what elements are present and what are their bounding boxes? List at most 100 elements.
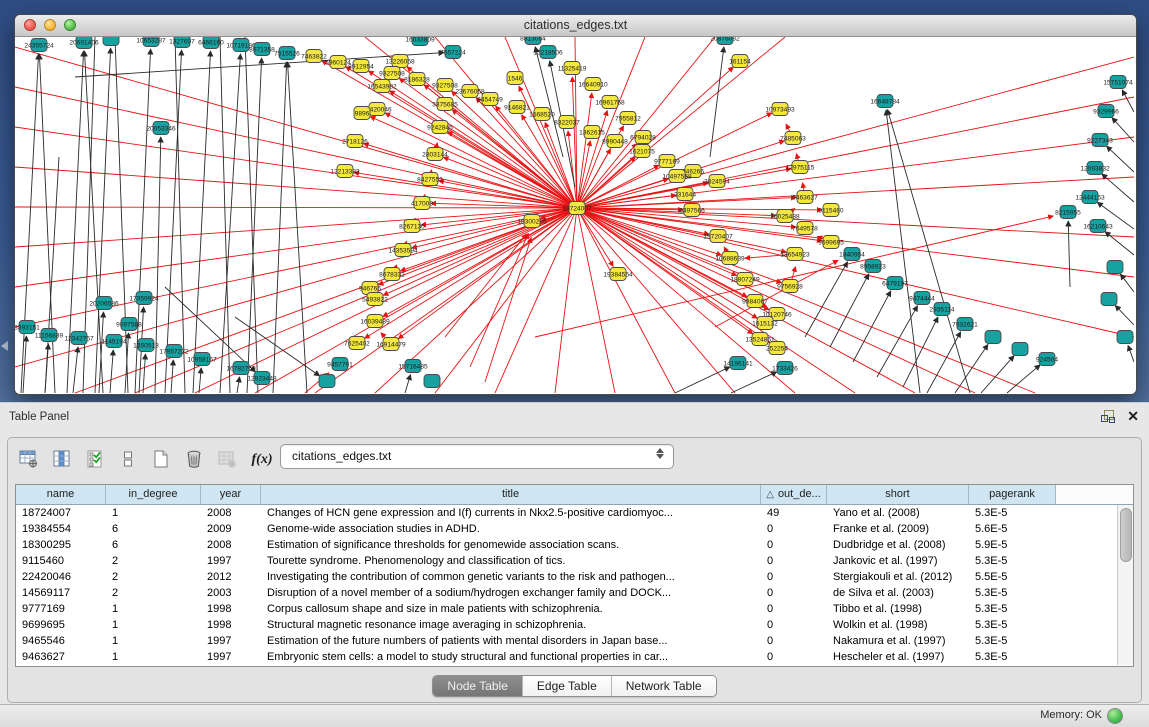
network-node[interactable]: 16210643 [1083,220,1113,233]
network-node[interactable]: 16648784 [870,95,900,108]
network-node[interactable] [424,375,440,388]
network-node[interactable]: 3824594 [704,175,730,188]
select-columns-button[interactable] [82,447,108,473]
network-node[interactable] [985,331,1001,344]
network-node[interactable]: 12342757 [64,332,94,345]
vertical-scrollbar[interactable] [1117,505,1133,665]
network-node[interactable]: 9699695 [818,236,844,249]
network-node[interactable]: 12444153 [1075,191,1105,204]
network-node[interactable]: 16782759 [226,362,256,375]
network-node[interactable] [319,375,335,388]
network-node[interactable]: 12093832 [1080,162,1110,175]
network-node[interactable]: 8267130 [399,220,425,233]
network-node[interactable]: 924504 [1036,353,1058,366]
network-node[interactable]: 11325419 [558,62,587,75]
column-header-pagerank[interactable]: pagerank [969,485,1056,504]
float-panel-icon[interactable] [1101,410,1115,423]
network-node[interactable]: 6794028 [630,131,656,144]
table-row[interactable]: 977716911998Corpus callosum shape and si… [16,601,1133,617]
network-node[interactable]: 252254 [766,342,788,355]
table-row[interactable]: 911546021997Tourette syndrome. Phenomeno… [16,553,1133,569]
column-header-out-de-[interactable]: △out_de... [761,485,827,504]
network-node[interactable]: 16914479 [376,338,406,351]
table-row[interactable]: 1830029562008Estimation of significance … [16,537,1133,553]
network-node[interactable]: 8678332 [379,268,405,281]
column-header-title[interactable]: title [261,485,761,504]
network-node[interactable]: 8186328 [404,73,430,86]
network-node[interactable]: 7932621 [952,318,978,331]
scrollbar-thumb[interactable] [1120,508,1132,562]
network-node[interactable]: 9327508 [432,79,458,92]
network-node[interactable]: 10025488 [770,210,800,223]
network-node[interactable]: 2718126 [342,135,368,148]
network-node[interactable]: 9242845 [427,121,453,134]
citation-network-graph[interactable]: 1872400718300295596012489129541322605893… [15,37,1134,394]
network-node[interactable]: 17359924 [129,292,159,305]
network-node[interactable]: 2935114 [929,303,955,316]
network-node[interactable]: 10958167 [187,353,217,366]
network-node[interactable]: 1546 [507,72,523,85]
network-node[interactable]: 20206586 [89,297,119,310]
network-canvas[interactable]: 1872400718300295596012489129541322605893… [15,37,1134,394]
column-selector-button[interactable] [49,447,75,473]
network-node[interactable] [1101,293,1117,306]
new-table-button[interactable] [148,447,174,473]
network-node[interactable]: 12213383 [330,165,360,178]
network-node[interactable]: 13654923 [780,248,810,261]
network-node[interactable]: 12975115 [786,161,815,174]
network-node[interactable]: 161154 [729,55,751,68]
network-node[interactable]: 231644 [674,188,696,201]
network-node[interactable]: 1362615 [579,126,605,139]
network-node[interactable]: 9474444 [909,292,935,305]
close-panel-icon[interactable]: ✕ [1127,410,1139,423]
network-node[interactable]: 7625402 [344,337,370,350]
table-row[interactable]: 969969511998Structural magnetic resonanc… [16,617,1133,633]
network-node[interactable]: 9329966 [1093,105,1119,118]
network-node[interactable]: 20053346 [146,122,176,135]
column-header-year[interactable]: year [201,485,261,504]
column-header-name[interactable]: name [16,485,106,504]
network-node[interactable] [1107,261,1123,274]
tab-network-table[interactable]: Network Table [612,676,716,696]
function-builder-button[interactable]: f(x) [247,447,277,473]
network-node[interactable]: 9227343 [1087,134,1113,147]
network-node[interactable]: 6479197 [882,277,908,290]
table-row[interactable]: 2242004622012Investigating the contribut… [16,569,1133,585]
combobox-arrows-icon[interactable] [656,448,664,459]
network-node[interactable]: 8215955 [1055,206,1081,219]
table-combobox[interactable]: citations_edges.txt [280,444,674,469]
table-row[interactable]: 1456911722003Disruption of a novel membe… [16,585,1133,601]
tab-edge-table[interactable]: Edge Table [523,676,612,696]
table-row[interactable]: 1938455462009Genome-wide association stu… [16,521,1133,537]
tab-node-table[interactable]: Node Table [433,676,523,696]
network-node[interactable]: 7955812 [615,112,641,125]
network-node[interactable]: 10653287 [136,37,166,47]
network-node[interactable]: 7649578 [792,222,818,235]
network-node[interactable] [1012,343,1028,356]
network-node[interactable]: 16640910 [578,78,608,91]
stacked-rows-button[interactable] [115,447,141,473]
panel-collapse-arrow[interactable] [1,341,8,351]
network-node[interactable]: 15720407 [703,230,733,243]
network-node[interactable]: 1327607 [169,37,195,48]
network-node[interactable]: 9463627 [792,191,818,204]
network-node[interactable] [1117,331,1133,344]
table-row[interactable]: 946554611997Estimation of the future num… [16,633,1133,649]
network-node[interactable]: 417008 [411,197,433,210]
network-node[interactable]: 10688639 [715,252,745,265]
network-node[interactable]: 8990448 [602,135,628,148]
network-node[interactable]: 20876082 [710,37,740,45]
network-node[interactable]: 1840954 [839,248,865,261]
table-settings-button[interactable] [16,447,42,473]
network-node[interactable] [103,37,119,46]
network-node[interactable]: 7485063 [780,132,806,145]
network-node[interactable]: 17957272 [159,345,189,358]
network-node[interactable]: 16543982 [367,80,397,93]
network-node[interactable]: 9115460 [818,204,844,217]
network-node[interactable]: 24355724 [24,39,54,52]
network-node[interactable]: 8958923 [860,260,886,273]
network-node[interactable]: 8813054 [520,37,546,45]
delete-table-button[interactable] [181,447,207,473]
network-node[interactable]: 7515526 [274,47,300,60]
network-node[interactable]: 9327508 [379,67,405,80]
